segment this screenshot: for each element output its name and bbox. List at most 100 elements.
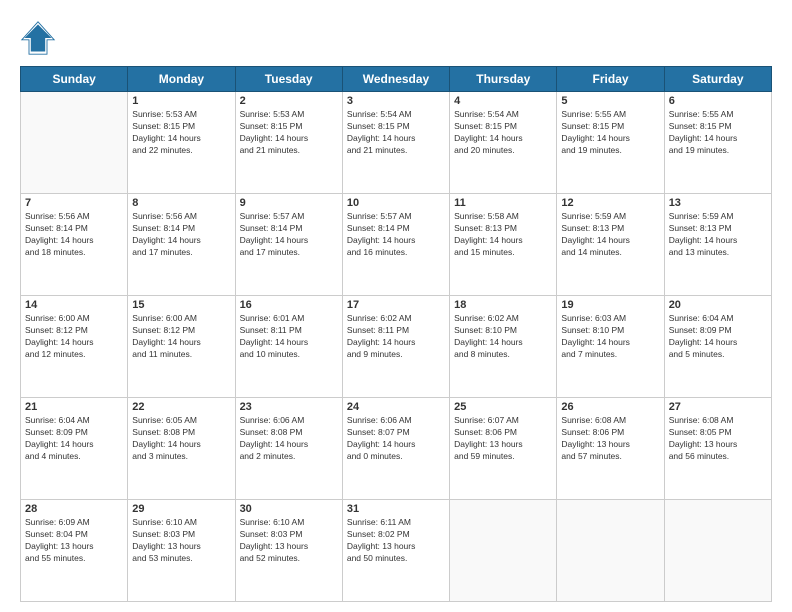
weekday-header-wednesday: Wednesday [342,67,449,92]
calendar-cell: 1 Sunrise: 5:53 AMSunset: 8:15 PMDayligh… [128,92,235,194]
weekday-header-sunday: Sunday [21,67,128,92]
week-row-3: 14 Sunrise: 6:00 AMSunset: 8:12 PMDaylig… [21,296,772,398]
day-info: Sunrise: 6:10 AMSunset: 8:03 PMDaylight:… [132,517,230,565]
calendar-cell: 29 Sunrise: 6:10 AMSunset: 8:03 PMDaylig… [128,500,235,602]
day-number: 24 [347,401,445,413]
day-number: 13 [669,197,767,209]
day-number: 17 [347,299,445,311]
calendar-cell: 3 Sunrise: 5:54 AMSunset: 8:15 PMDayligh… [342,92,449,194]
day-number: 19 [561,299,659,311]
calendar-cell: 22 Sunrise: 6:05 AMSunset: 8:08 PMDaylig… [128,398,235,500]
day-info: Sunrise: 5:59 AMSunset: 8:13 PMDaylight:… [561,211,659,259]
weekday-header-friday: Friday [557,67,664,92]
day-info: Sunrise: 6:11 AMSunset: 8:02 PMDaylight:… [347,517,445,565]
calendar-cell: 18 Sunrise: 6:02 AMSunset: 8:10 PMDaylig… [450,296,557,398]
day-info: Sunrise: 5:57 AMSunset: 8:14 PMDaylight:… [240,211,338,259]
calendar-cell: 20 Sunrise: 6:04 AMSunset: 8:09 PMDaylig… [664,296,771,398]
day-info: Sunrise: 6:08 AMSunset: 8:06 PMDaylight:… [561,415,659,463]
day-number: 7 [25,197,123,209]
day-info: Sunrise: 6:05 AMSunset: 8:08 PMDaylight:… [132,415,230,463]
calendar-cell: 31 Sunrise: 6:11 AMSunset: 8:02 PMDaylig… [342,500,449,602]
calendar-cell: 21 Sunrise: 6:04 AMSunset: 8:09 PMDaylig… [21,398,128,500]
calendar-cell: 2 Sunrise: 5:53 AMSunset: 8:15 PMDayligh… [235,92,342,194]
day-info: Sunrise: 5:55 AMSunset: 8:15 PMDaylight:… [561,109,659,157]
day-number: 2 [240,95,338,107]
page: SundayMondayTuesdayWednesdayThursdayFrid… [0,0,792,612]
calendar-cell: 10 Sunrise: 5:57 AMSunset: 8:14 PMDaylig… [342,194,449,296]
calendar-cell: 19 Sunrise: 6:03 AMSunset: 8:10 PMDaylig… [557,296,664,398]
weekday-header-tuesday: Tuesday [235,67,342,92]
day-number: 21 [25,401,123,413]
day-number: 6 [669,95,767,107]
day-number: 11 [454,197,552,209]
day-info: Sunrise: 5:59 AMSunset: 8:13 PMDaylight:… [669,211,767,259]
calendar-cell: 30 Sunrise: 6:10 AMSunset: 8:03 PMDaylig… [235,500,342,602]
calendar-cell: 17 Sunrise: 6:02 AMSunset: 8:11 PMDaylig… [342,296,449,398]
calendar-table: SundayMondayTuesdayWednesdayThursdayFrid… [20,66,772,602]
day-info: Sunrise: 6:06 AMSunset: 8:07 PMDaylight:… [347,415,445,463]
day-number: 16 [240,299,338,311]
day-number: 27 [669,401,767,413]
day-info: Sunrise: 6:04 AMSunset: 8:09 PMDaylight:… [25,415,123,463]
calendar-cell [557,500,664,602]
calendar-cell: 25 Sunrise: 6:07 AMSunset: 8:06 PMDaylig… [450,398,557,500]
day-info: Sunrise: 6:04 AMSunset: 8:09 PMDaylight:… [669,313,767,361]
day-number: 10 [347,197,445,209]
day-info: Sunrise: 6:02 AMSunset: 8:10 PMDaylight:… [454,313,552,361]
day-info: Sunrise: 6:07 AMSunset: 8:06 PMDaylight:… [454,415,552,463]
calendar-cell [664,500,771,602]
calendar-cell: 12 Sunrise: 5:59 AMSunset: 8:13 PMDaylig… [557,194,664,296]
day-number: 5 [561,95,659,107]
calendar-cell: 14 Sunrise: 6:00 AMSunset: 8:12 PMDaylig… [21,296,128,398]
calendar-cell: 27 Sunrise: 6:08 AMSunset: 8:05 PMDaylig… [664,398,771,500]
calendar-cell: 26 Sunrise: 6:08 AMSunset: 8:06 PMDaylig… [557,398,664,500]
day-number: 8 [132,197,230,209]
day-number: 31 [347,503,445,515]
calendar-cell [450,500,557,602]
day-number: 23 [240,401,338,413]
day-info: Sunrise: 5:56 AMSunset: 8:14 PMDaylight:… [132,211,230,259]
calendar-cell: 7 Sunrise: 5:56 AMSunset: 8:14 PMDayligh… [21,194,128,296]
day-info: Sunrise: 5:57 AMSunset: 8:14 PMDaylight:… [347,211,445,259]
day-number: 4 [454,95,552,107]
weekday-header-monday: Monday [128,67,235,92]
calendar-cell: 13 Sunrise: 5:59 AMSunset: 8:13 PMDaylig… [664,194,771,296]
day-number: 18 [454,299,552,311]
day-number: 12 [561,197,659,209]
day-number: 22 [132,401,230,413]
weekday-header-thursday: Thursday [450,67,557,92]
calendar-cell: 28 Sunrise: 6:09 AMSunset: 8:04 PMDaylig… [21,500,128,602]
calendar-cell: 6 Sunrise: 5:55 AMSunset: 8:15 PMDayligh… [664,92,771,194]
calendar-cell: 23 Sunrise: 6:06 AMSunset: 8:08 PMDaylig… [235,398,342,500]
calendar-cell: 5 Sunrise: 5:55 AMSunset: 8:15 PMDayligh… [557,92,664,194]
day-info: Sunrise: 5:54 AMSunset: 8:15 PMDaylight:… [454,109,552,157]
week-row-5: 28 Sunrise: 6:09 AMSunset: 8:04 PMDaylig… [21,500,772,602]
calendar-cell: 15 Sunrise: 6:00 AMSunset: 8:12 PMDaylig… [128,296,235,398]
day-number: 28 [25,503,123,515]
week-row-1: 1 Sunrise: 5:53 AMSunset: 8:15 PMDayligh… [21,92,772,194]
weekday-header-row: SundayMondayTuesdayWednesdayThursdayFrid… [21,67,772,92]
day-info: Sunrise: 6:02 AMSunset: 8:11 PMDaylight:… [347,313,445,361]
week-row-4: 21 Sunrise: 6:04 AMSunset: 8:09 PMDaylig… [21,398,772,500]
day-number: 15 [132,299,230,311]
calendar-cell [21,92,128,194]
day-number: 30 [240,503,338,515]
header [20,20,772,56]
day-number: 25 [454,401,552,413]
day-info: Sunrise: 5:56 AMSunset: 8:14 PMDaylight:… [25,211,123,259]
day-info: Sunrise: 6:10 AMSunset: 8:03 PMDaylight:… [240,517,338,565]
calendar-cell: 11 Sunrise: 5:58 AMSunset: 8:13 PMDaylig… [450,194,557,296]
day-number: 26 [561,401,659,413]
day-number: 9 [240,197,338,209]
calendar-cell: 9 Sunrise: 5:57 AMSunset: 8:14 PMDayligh… [235,194,342,296]
day-info: Sunrise: 5:53 AMSunset: 8:15 PMDaylight:… [240,109,338,157]
day-info: Sunrise: 6:00 AMSunset: 8:12 PMDaylight:… [25,313,123,361]
day-info: Sunrise: 5:58 AMSunset: 8:13 PMDaylight:… [454,211,552,259]
day-number: 20 [669,299,767,311]
day-info: Sunrise: 6:00 AMSunset: 8:12 PMDaylight:… [132,313,230,361]
day-info: Sunrise: 5:55 AMSunset: 8:15 PMDaylight:… [669,109,767,157]
logo-icon [20,20,56,56]
calendar-cell: 8 Sunrise: 5:56 AMSunset: 8:14 PMDayligh… [128,194,235,296]
day-number: 29 [132,503,230,515]
day-info: Sunrise: 6:09 AMSunset: 8:04 PMDaylight:… [25,517,123,565]
